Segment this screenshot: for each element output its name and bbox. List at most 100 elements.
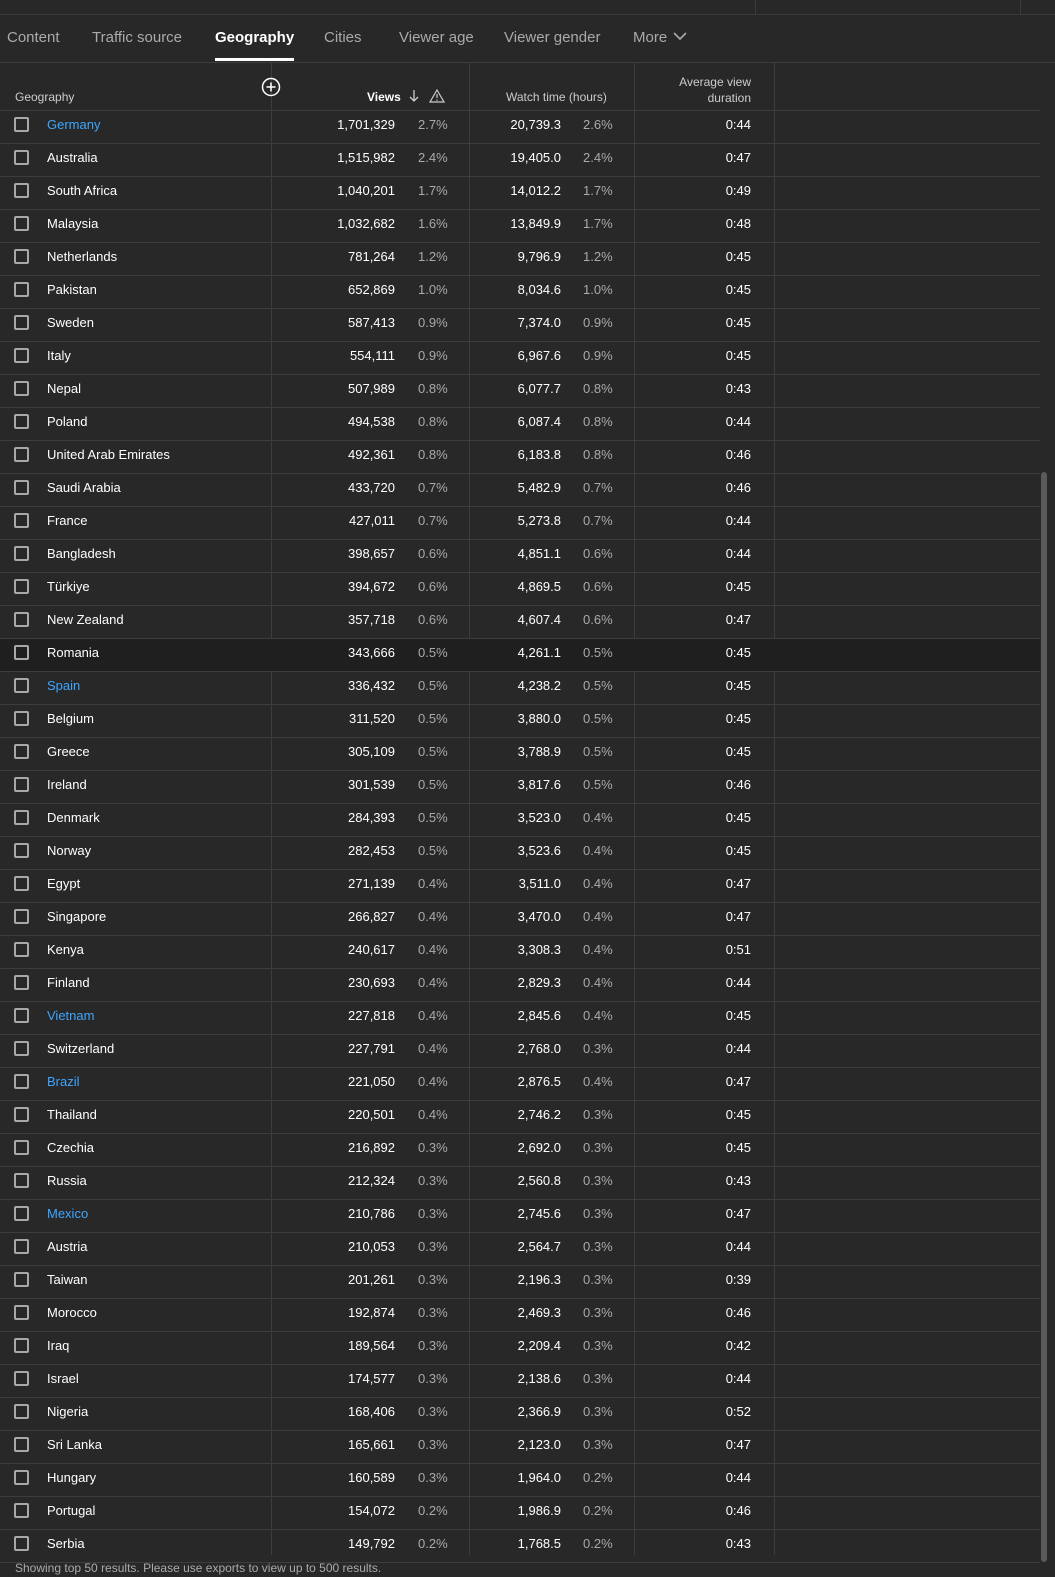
row-checkbox[interactable]	[14, 1107, 29, 1122]
row-checkbox[interactable]	[14, 1371, 29, 1386]
table-row[interactable]: France 427,011 0.7% 5,273.8 0.7% 0:44	[0, 507, 1040, 540]
country-name[interactable]: Brazil	[47, 1074, 80, 1089]
row-checkbox[interactable]	[14, 1140, 29, 1155]
tab-cities[interactable]: Cities	[324, 15, 362, 61]
row-checkbox[interactable]	[14, 1305, 29, 1320]
table-row[interactable]: Spain 336,432 0.5% 4,238.2 0.5% 0:45	[0, 672, 1040, 705]
row-checkbox[interactable]	[14, 1008, 29, 1023]
arrow-down-icon[interactable]	[408, 89, 420, 103]
row-checkbox[interactable]	[14, 183, 29, 198]
row-checkbox[interactable]	[14, 1173, 29, 1188]
table-row[interactable]: Belgium 311,520 0.5% 3,880.0 0.5% 0:45	[0, 705, 1040, 738]
table-row[interactable]: Serbia 149,792 0.2% 1,768.5 0.2% 0:43	[0, 1530, 1040, 1563]
table-row[interactable]: Pakistan 652,869 1.0% 8,034.6 1.0% 0:45	[0, 276, 1040, 309]
table-row[interactable]: Hungary 160,589 0.3% 1,964.0 0.2% 0:44	[0, 1464, 1040, 1497]
row-checkbox[interactable]	[14, 1536, 29, 1551]
table-row[interactable]: United Arab Emirates 492,361 0.8% 6,183.8 0.…	[0, 441, 1040, 474]
row-checkbox[interactable]	[14, 282, 29, 297]
row-checkbox[interactable]	[14, 216, 29, 231]
table-row[interactable]: Portugal 154,072 0.2% 1,986.9 0.2% 0:46	[0, 1497, 1040, 1530]
table-row[interactable]: Israel 174,577 0.3% 2,138.6 0.3% 0:44	[0, 1365, 1040, 1398]
row-checkbox[interactable]	[14, 1470, 29, 1485]
row-checkbox[interactable]	[14, 1338, 29, 1353]
table-row[interactable]: Türkiye 394,672 0.6% 4,869.5 0.6% 0:45	[0, 573, 1040, 606]
row-checkbox[interactable]	[14, 1404, 29, 1419]
table-row[interactable]: Brazil 221,050 0.4% 2,876.5 0.4% 0:47	[0, 1068, 1040, 1101]
row-checkbox[interactable]	[14, 150, 29, 165]
tab-viewer-gender[interactable]: Viewer gender	[504, 15, 600, 61]
country-name[interactable]: Mexico	[47, 1206, 88, 1221]
table-row[interactable]: Morocco 192,874 0.3% 2,469.3 0.3% 0:46	[0, 1299, 1040, 1332]
table-row[interactable]: Egypt 271,139 0.4% 3,511.0 0.4% 0:47	[0, 870, 1040, 903]
table-row[interactable]: Malaysia 1,032,682 1.6% 13,849.9 1.7% 0:48	[0, 210, 1040, 243]
warning-triangle-icon[interactable]	[429, 89, 445, 103]
row-checkbox[interactable]	[14, 942, 29, 957]
row-checkbox[interactable]	[14, 1272, 29, 1287]
row-checkbox[interactable]	[14, 975, 29, 990]
table-row[interactable]: Sri Lanka 165,661 0.3% 2,123.0 0.3% 0:47	[0, 1431, 1040, 1464]
tab-viewer-age[interactable]: Viewer age	[399, 15, 474, 61]
table-row[interactable]: New Zealand 357,718 0.6% 4,607.4 0.6% 0:47	[0, 606, 1040, 639]
table-row[interactable]: Czechia 216,892 0.3% 2,692.0 0.3% 0:45	[0, 1134, 1040, 1167]
table-row[interactable]: Mexico 210,786 0.3% 2,745.6 0.3% 0:47	[0, 1200, 1040, 1233]
row-checkbox[interactable]	[14, 1206, 29, 1221]
table-row[interactable]: Italy 554,111 0.9% 6,967.6 0.9% 0:45	[0, 342, 1040, 375]
row-checkbox[interactable]	[14, 1074, 29, 1089]
table-row[interactable]: Nigeria 168,406 0.3% 2,366.9 0.3% 0:52	[0, 1398, 1040, 1431]
row-checkbox[interactable]	[14, 1239, 29, 1254]
table-row[interactable]: Bangladesh 398,657 0.6% 4,851.1 0.6% 0:44	[0, 540, 1040, 573]
table-row[interactable]: Taiwan 201,261 0.3% 2,196.3 0.3% 0:39	[0, 1266, 1040, 1299]
table-row[interactable]: Ireland 301,539 0.5% 3,817.6 0.5% 0:46	[0, 771, 1040, 804]
table-row[interactable]: Romania 343,666 0.5% 4,261.1 0.5% 0:45	[0, 639, 1040, 672]
table-row[interactable]: Australia 1,515,982 2.4% 19,405.0 2.4% 0:47	[0, 144, 1040, 177]
plus-circle-icon[interactable]	[261, 77, 281, 97]
table-row[interactable]: Finland 230,693 0.4% 2,829.3 0.4% 0:44	[0, 969, 1040, 1002]
table-row[interactable]: Denmark 284,393 0.5% 3,523.0 0.4% 0:45	[0, 804, 1040, 837]
row-checkbox[interactable]	[14, 711, 29, 726]
row-checkbox[interactable]	[14, 348, 29, 363]
table-row[interactable]: Nepal 507,989 0.8% 6,077.7 0.8% 0:43	[0, 375, 1040, 408]
table-row[interactable]: Kenya 240,617 0.4% 3,308.3 0.4% 0:51	[0, 936, 1040, 969]
country-name[interactable]: Vietnam	[47, 1008, 94, 1023]
tab-geography[interactable]: Geography	[215, 15, 295, 61]
row-checkbox[interactable]	[14, 513, 29, 528]
table-row[interactable]: Greece 305,109 0.5% 3,788.9 0.5% 0:45	[0, 738, 1040, 771]
row-checkbox[interactable]	[14, 579, 29, 594]
row-checkbox[interactable]	[14, 909, 29, 924]
table-row[interactable]: Iraq 189,564 0.3% 2,209.4 0.3% 0:42	[0, 1332, 1040, 1365]
row-checkbox[interactable]	[14, 744, 29, 759]
table-row[interactable]: Singapore 266,827 0.4% 3,470.0 0.4% 0:47	[0, 903, 1040, 936]
row-checkbox[interactable]	[14, 249, 29, 264]
row-checkbox[interactable]	[14, 117, 29, 132]
table-row[interactable]: Germany 1,701,329 2.7% 20,739.3 2.6% 0:44	[0, 111, 1040, 144]
table-row[interactable]: Norway 282,453 0.5% 3,523.6 0.4% 0:45	[0, 837, 1040, 870]
tab-content[interactable]: Content	[7, 15, 60, 61]
row-checkbox[interactable]	[14, 1041, 29, 1056]
row-checkbox[interactable]	[14, 315, 29, 330]
row-checkbox[interactable]	[14, 381, 29, 396]
row-checkbox[interactable]	[14, 447, 29, 462]
row-checkbox[interactable]	[14, 645, 29, 660]
table-row[interactable]: Netherlands 781,264 1.2% 9,796.9 1.2% 0:45	[0, 243, 1040, 276]
scrollbar-thumb[interactable]	[1041, 472, 1047, 1562]
table-row[interactable]: Vietnam 227,818 0.4% 2,845.6 0.4% 0:45	[0, 1002, 1040, 1035]
tab-traffic-source[interactable]: Traffic source	[92, 15, 182, 61]
table-row[interactable]: South Africa 1,040,201 1.7% 14,012.2 1.7% 0:4…	[0, 177, 1040, 210]
table-row[interactable]: Austria 210,053 0.3% 2,564.7 0.3% 0:44	[0, 1233, 1040, 1266]
tab-more[interactable]: More	[633, 15, 687, 61]
row-checkbox[interactable]	[14, 777, 29, 792]
row-checkbox[interactable]	[14, 480, 29, 495]
table-row[interactable]: Sweden 587,413 0.9% 7,374.0 0.9% 0:45	[0, 309, 1040, 342]
row-checkbox[interactable]	[14, 1437, 29, 1452]
country-name[interactable]: Germany	[47, 117, 100, 132]
country-name[interactable]: Spain	[47, 678, 80, 693]
table-row[interactable]: Switzerland 227,791 0.4% 2,768.0 0.3% 0:44	[0, 1035, 1040, 1068]
row-checkbox[interactable]	[14, 810, 29, 825]
header-views[interactable]: Views	[367, 90, 401, 104]
row-checkbox[interactable]	[14, 843, 29, 858]
row-checkbox[interactable]	[14, 612, 29, 627]
row-checkbox[interactable]	[14, 414, 29, 429]
row-checkbox[interactable]	[14, 1503, 29, 1518]
row-checkbox[interactable]	[14, 546, 29, 561]
table-row[interactable]: Russia 212,324 0.3% 2,560.8 0.3% 0:43	[0, 1167, 1040, 1200]
